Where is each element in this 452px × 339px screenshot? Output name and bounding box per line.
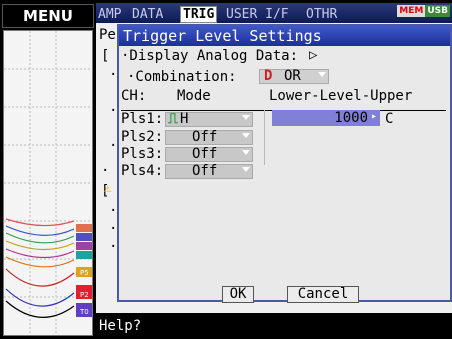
rising-edge-icon: ⎍ bbox=[168, 111, 178, 127]
tab-user-if[interactable]: USER I/F bbox=[226, 7, 289, 22]
channel-label-p5: P5 bbox=[80, 269, 89, 277]
row-label-pls1: Pls1: bbox=[121, 111, 164, 127]
divider bbox=[264, 110, 265, 165]
mem-badge: MEM bbox=[397, 5, 426, 17]
row-label-pls4: Pls4: bbox=[121, 163, 164, 179]
row-label-pls3: Pls3: bbox=[121, 146, 164, 162]
channel-label-p2: P2 bbox=[80, 291, 89, 299]
chevron-down-icon bbox=[242, 150, 250, 155]
arrow-right-icon: ▸ bbox=[371, 111, 378, 122]
panel-line: · bbox=[101, 163, 110, 179]
tab-amp[interactable]: AMP bbox=[98, 7, 121, 22]
pls1-level-input[interactable]: 1000 bbox=[272, 110, 380, 126]
help-bar[interactable]: Help? bbox=[96, 313, 452, 339]
menu-button[interactable]: MENU bbox=[2, 4, 94, 28]
chevron-down-icon bbox=[318, 72, 326, 77]
row-label-pls2: Pls2: bbox=[121, 129, 164, 145]
column-ch: CH: bbox=[121, 88, 147, 104]
status-badges: MEM USB bbox=[397, 5, 450, 17]
waveform-preview: P5 P2 T0 bbox=[3, 30, 93, 336]
pls4-mode-select[interactable]: Off bbox=[165, 164, 253, 179]
column-mode: Mode bbox=[177, 88, 211, 104]
chevron-down-icon bbox=[242, 167, 250, 172]
chevron-down-icon bbox=[242, 115, 250, 120]
waveform-svg: P5 P2 T0 bbox=[4, 31, 92, 335]
pls1-level-value: 1000 bbox=[334, 110, 368, 126]
panel-line: [ bbox=[101, 48, 110, 64]
dialog-title: Trigger Level Settings bbox=[119, 26, 450, 46]
pls3-mode-value: Off bbox=[192, 146, 218, 162]
ok-button[interactable]: OK bbox=[222, 286, 254, 303]
pls2-mode-value: Off bbox=[192, 129, 218, 145]
warning-icon: ⚠ bbox=[104, 181, 112, 195]
combination-value: OR bbox=[284, 68, 301, 84]
channel-label-t0: T0 bbox=[79, 308, 89, 316]
pls4-mode-value: Off bbox=[192, 163, 218, 179]
combination-label: ·Combination: bbox=[127, 69, 237, 85]
pls1-mode-value: H bbox=[180, 111, 189, 127]
pls1-unit: C bbox=[385, 111, 394, 127]
play-icon[interactable]: ▷ bbox=[309, 47, 317, 63]
tab-trig[interactable]: TRIG bbox=[180, 6, 218, 23]
chevron-down-icon bbox=[242, 133, 250, 138]
usb-badge: USB bbox=[425, 5, 450, 17]
tab-othr[interactable]: OTHR bbox=[306, 7, 337, 22]
tab-bar: AMP DATA TRIG USER I/F OTHR MEM USB bbox=[96, 3, 452, 23]
cancel-button[interactable]: Cancel bbox=[287, 286, 359, 303]
tab-data[interactable]: DATA bbox=[132, 7, 163, 22]
panel-title-partial: Pe bbox=[99, 27, 116, 43]
pls3-mode-select[interactable]: Off bbox=[165, 147, 253, 162]
pls1-mode-select[interactable]: ⎍ H bbox=[165, 112, 253, 127]
display-analog-label: ·Display Analog Data: bbox=[121, 48, 299, 64]
or-gate-icon: D bbox=[264, 68, 273, 84]
trigger-level-dialog: Trigger Level Settings ·Display Analog D… bbox=[117, 24, 452, 303]
pls2-mode-select[interactable]: Off bbox=[165, 130, 253, 145]
column-range: Lower-Level-Upper bbox=[269, 88, 413, 104]
combination-select[interactable]: D OR bbox=[259, 69, 329, 84]
